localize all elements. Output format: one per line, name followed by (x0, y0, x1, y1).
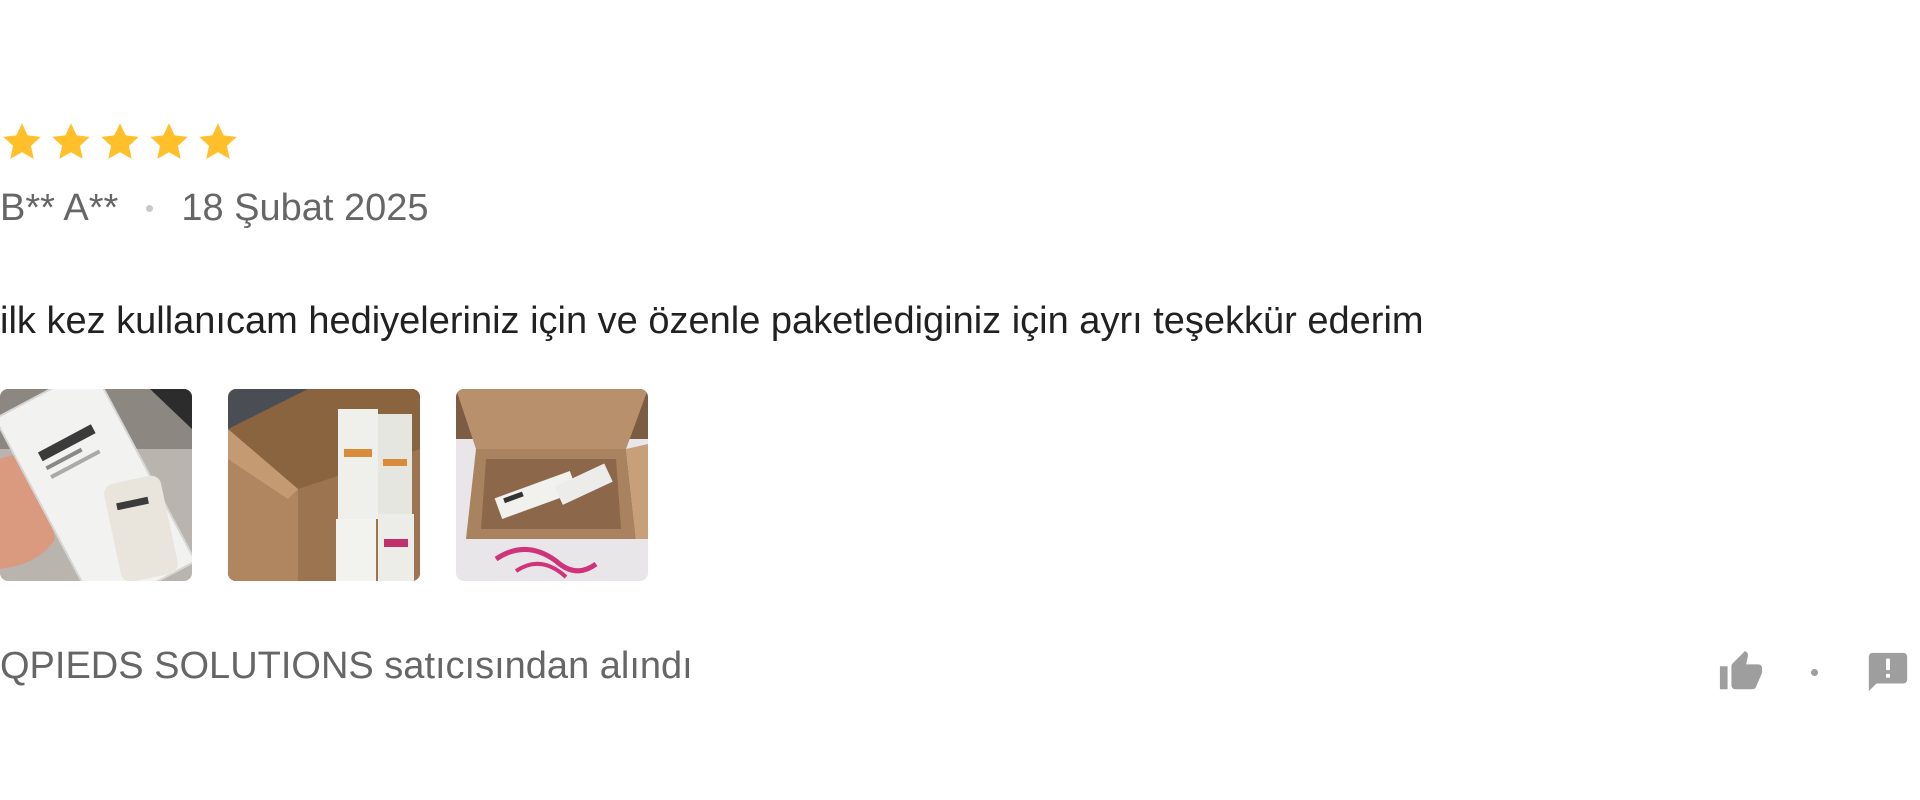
review-author: B** A** (0, 186, 119, 229)
report-icon (1868, 652, 1908, 692)
review-text: ilk kez kullanıcam hediyeleriniz için ve… (0, 300, 1424, 342)
review-photo-3[interactable] (456, 389, 648, 581)
like-button[interactable] (1717, 648, 1765, 696)
rating-stars (0, 120, 240, 164)
review-photo-1[interactable] (0, 389, 192, 581)
report-button[interactable] (1864, 648, 1912, 696)
star-icon (199, 123, 237, 159)
seller-info: QPIEDS SOLUTIONS satıcısından alındı (0, 645, 693, 687)
review-meta: B** A** 18 Şubat 2025 (0, 186, 429, 230)
star-icon (150, 123, 188, 159)
star-icon (101, 123, 139, 159)
review-actions (1717, 648, 1912, 696)
review-photo-2[interactable] (228, 389, 420, 581)
review-card: B** A** 18 Şubat 2025 ilk kez kullanıcam… (0, 0, 1920, 800)
separator-dot (1811, 668, 1818, 676)
separator-dot (146, 204, 154, 212)
star-icon (52, 123, 90, 159)
thumbs-up-icon (1719, 650, 1763, 690)
review-date: 18 Şubat 2025 (181, 186, 429, 229)
star-icon (3, 123, 41, 159)
review-photos (0, 389, 648, 581)
